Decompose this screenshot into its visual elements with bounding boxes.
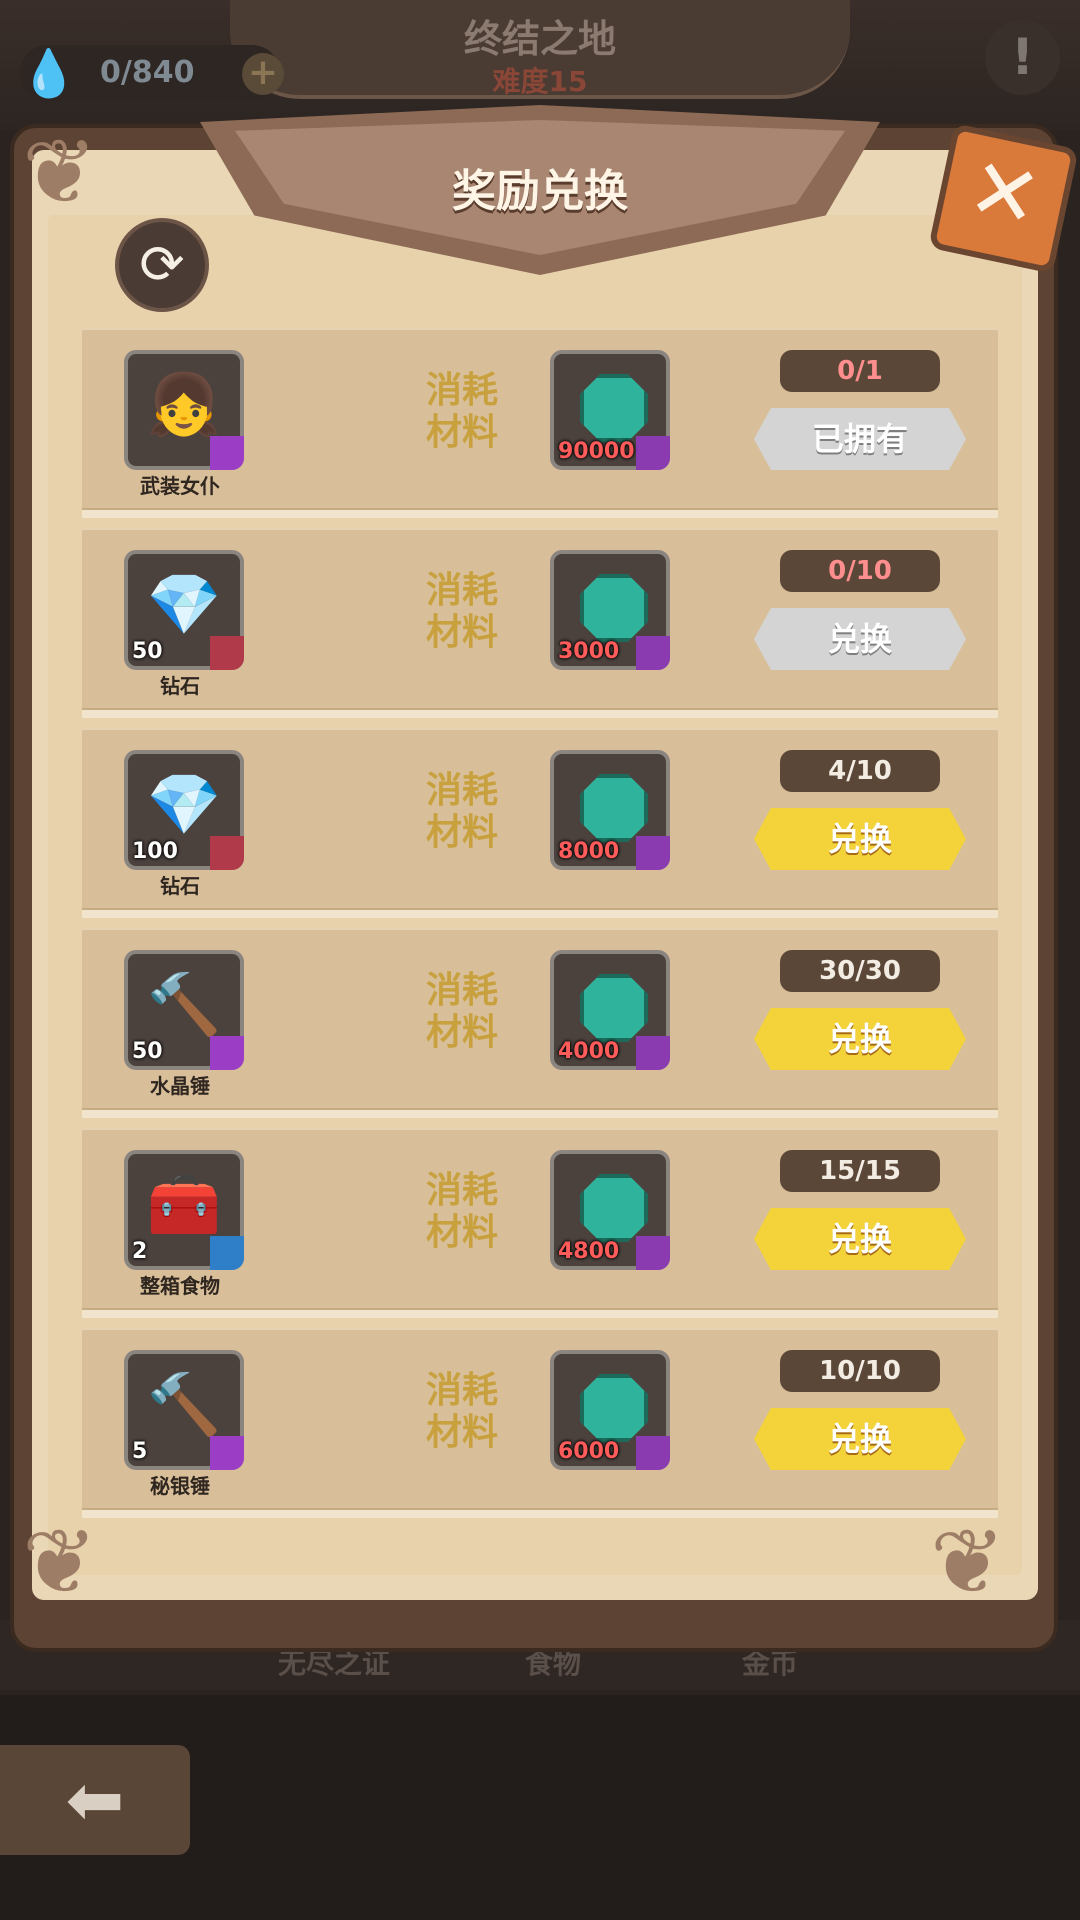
rarity-corner [210,1436,244,1470]
item-slot[interactable]: 💎 50 [124,550,244,670]
exchange-row: 🔨 5 秘银锤 消耗 材料 6000 10/10 兑换 [82,1328,998,1518]
tab-endless-proof[interactable]: 无尽之证 [278,1642,390,1682]
exchange-row: 💎 50 钻石 消耗 材料 3000 0/10 兑换 [82,528,998,718]
rarity-corner [210,436,244,470]
consume-material-label: 消耗 材料 [425,570,498,653]
item-name: 整箱食物 [140,1274,220,1298]
close-button[interactable]: ✕ [928,123,1079,274]
rarity-corner [210,836,244,870]
exchange-button[interactable]: 兑换 [754,608,966,670]
crystal-token-icon [580,1374,648,1442]
exchange-row: 🧰 2 整箱食物 消耗 材料 4800 15/15 兑换 [82,1128,998,1318]
back-button[interactable]: ⬅ [0,1745,190,1855]
crystal-token-icon [580,774,648,842]
exchange-limit: 10/10 [780,1350,940,1392]
rarity-corner [210,636,244,670]
exchange-limit: 0/10 [780,550,940,592]
exchange-button[interactable]: 兑换 [754,808,966,870]
item-name: 秘银锤 [150,1474,210,1498]
exchange-limit: 4/10 [780,750,940,792]
exchange-limit: 15/15 [780,1150,940,1192]
rarity-corner [210,1036,244,1070]
stage-difficulty: 难度15 [492,65,588,98]
crystal-token-icon [580,974,648,1042]
exchange-button[interactable]: 兑换 [754,1208,966,1270]
crystal-token-icon [580,374,648,442]
item-count: 5 [132,1439,148,1464]
crystal-token-icon [580,1174,648,1242]
item-slot[interactable]: 🔨 50 [124,950,244,1070]
material-cost: 6000 [558,1439,620,1464]
rarity-corner [636,836,670,870]
consume-material-label: 消耗 材料 [425,1370,498,1453]
stage-title: 终结之地 [463,17,616,61]
armed-maid-portrait-icon: 👧 [146,370,222,440]
rarity-corner [636,1036,670,1070]
material-slot[interactable]: 4000 [550,950,670,1070]
item-count: 50 [132,639,163,664]
item-name: 钻石 [160,874,200,898]
rarity-corner [210,1236,244,1270]
exchange-limit: 30/30 [780,950,940,992]
alert-button[interactable]: ! [985,20,1060,95]
material-slot[interactable]: 4800 [550,1150,670,1270]
exchange-button[interactable]: 兑换 [754,1408,966,1470]
refresh-button[interactable]: ⟳ [115,218,209,312]
consume-material-label: 消耗 材料 [425,370,498,453]
mithril-hammer-icon: 🔨 [146,1370,222,1440]
material-slot[interactable]: 3000 [550,550,670,670]
consume-material-label: 消耗 材料 [425,770,498,853]
material-cost: 90000 [558,439,635,464]
tab-food[interactable]: 食物 [525,1642,581,1682]
stage-banner: 终结之地 难度15 [230,0,850,99]
exchange-row: 👧 武装女仆 消耗 材料 90000 0/1 已拥有 [82,328,998,518]
exchange-limit: 0/1 [780,350,940,392]
crystal-hammer-icon: 🔨 [146,970,222,1040]
material-cost: 4000 [558,1039,620,1064]
corner-ornament-bottom-right: ❦ [930,1510,1006,1615]
water-drop-icon: 💧 [20,46,78,100]
item-slot[interactable]: 👧 [124,350,244,470]
exchange-button[interactable]: 兑换 [754,1008,966,1070]
rarity-corner [636,1236,670,1270]
exchange-row: 🔨 50 水晶锤 消耗 材料 4000 30/30 兑换 [82,928,998,1118]
tab-gold[interactable]: 金币 [742,1642,798,1682]
item-slot[interactable]: 🧰 2 [124,1150,244,1270]
item-name: 武装女仆 [140,474,220,498]
item-count: 2 [132,1239,148,1264]
rarity-corner [636,636,670,670]
rarity-corner [636,436,670,470]
item-slot[interactable]: 🔨 5 [124,1350,244,1470]
material-cost: 8000 [558,839,620,864]
item-slot[interactable]: 💎 100 [124,750,244,870]
diamond-icon: 💎 [146,770,222,840]
treasure-chest-icon: 🧰 [146,1170,222,1240]
consume-material-label: 消耗 材料 [425,970,498,1053]
consume-material-label: 消耗 材料 [425,1170,498,1253]
item-name: 水晶锤 [150,1074,210,1098]
energy-value: 0/840 [100,55,195,90]
owned-button[interactable]: 已拥有 [754,408,966,470]
corner-ornament-bottom-left: ❦ [22,1510,98,1615]
rarity-corner [636,1436,670,1470]
material-cost: 3000 [558,639,620,664]
item-count: 100 [132,839,178,864]
diamond-icon: 💎 [146,570,222,640]
item-name: 钻石 [160,674,200,698]
material-cost: 4800 [558,1239,620,1264]
material-slot[interactable]: 90000 [550,350,670,470]
exchange-row: 💎 100 钻石 消耗 材料 8000 4/10 兑换 [82,728,998,918]
material-slot[interactable]: 8000 [550,750,670,870]
modal-title: 奖励兑换 [452,166,628,217]
crystal-token-icon [580,574,648,642]
item-count: 50 [132,1039,163,1064]
add-energy-button[interactable]: + [242,53,284,95]
energy-bar: 💧 0/840 + [20,45,284,101]
material-slot[interactable]: 6000 [550,1350,670,1470]
